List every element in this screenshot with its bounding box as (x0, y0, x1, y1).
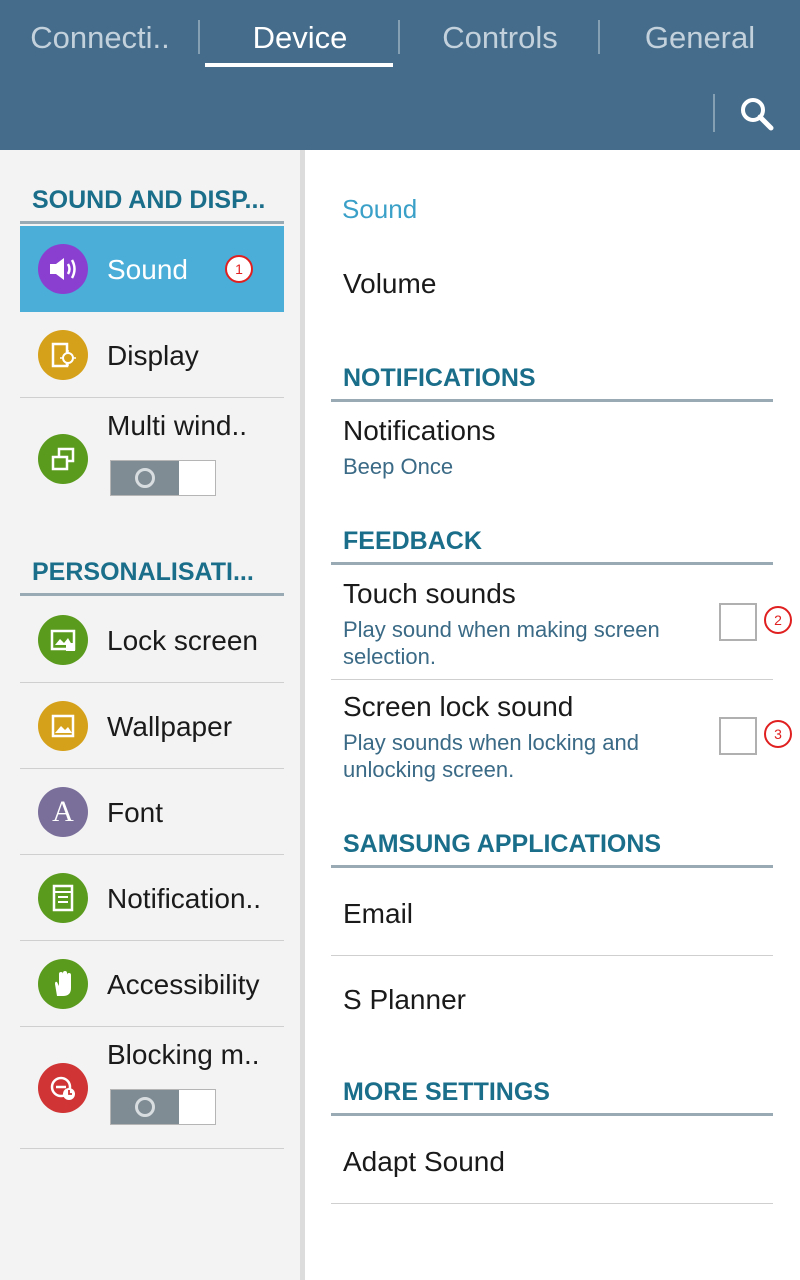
lock-screen-icon (38, 615, 88, 665)
multi-window-icon (38, 434, 88, 484)
tab-connections[interactable]: Connecti.. (0, 0, 200, 76)
display-icon (38, 330, 88, 380)
touch-sounds-description: Play sound when making screen selection. (343, 617, 660, 669)
sidebar-item-label: Multi wind.. (107, 410, 248, 441)
tab-controls[interactable]: Controls (400, 0, 600, 76)
email-label: Email (343, 898, 414, 929)
notification-panel-icon (38, 873, 88, 923)
touch-sounds-checkbox[interactable] (719, 603, 757, 641)
adapt-sound-label: Adapt Sound (343, 1146, 505, 1177)
sidebar-item-label: Blocking m.. (107, 1039, 260, 1070)
top-tab-bar: Connecti.. Device Controls General (0, 0, 800, 150)
active-tab-indicator (205, 63, 393, 67)
notifications-value: Beep Once (343, 454, 454, 479)
touch-sounds-label: Touch sounds (343, 578, 516, 609)
blocking-mode-icon (38, 1063, 88, 1113)
annotation-badge: 2 (764, 606, 792, 634)
section-header-feedback: FEEDBACK (331, 525, 773, 565)
sidebar-item-label: Display (107, 340, 199, 371)
blocking-mode-toggle[interactable] (110, 1089, 216, 1125)
wallpaper-icon (38, 701, 88, 751)
notifications-item[interactable]: Notifications Beep Once (331, 405, 773, 501)
search-icon (741, 98, 774, 131)
sidebar-item-label: Font (107, 797, 164, 828)
sidebar-item-label: Lock screen (107, 625, 258, 656)
font-icon: A (38, 787, 88, 837)
panel-divider (300, 150, 305, 1280)
sidebar-item-blocking-mode[interactable]: Blocking m.. (20, 1027, 284, 1149)
annotation-badge: 1 (225, 255, 253, 283)
s-planner-label: S Planner (343, 984, 466, 1015)
page-title: Sound (342, 194, 418, 224)
screen-lock-sound-label: Screen lock sound (343, 691, 574, 722)
toggle-knob (111, 461, 179, 495)
tab-general[interactable]: General (600, 0, 800, 76)
toggle-knob (111, 1090, 179, 1124)
sidebar-item-label: Wallpaper (107, 711, 233, 742)
screen-lock-sound-checkbox[interactable] (719, 717, 757, 755)
sidebar-section-header: SOUND AND DISP... (20, 180, 284, 224)
action-separator (713, 94, 715, 132)
section-header-more-settings: MORE SETTINGS (331, 1076, 773, 1116)
sidebar-item-label: Accessibility (107, 969, 260, 1000)
sidebar-item-sound[interactable]: Sound 1 (20, 226, 284, 312)
sidebar-item-label: Sound (107, 254, 188, 285)
sidebar-section-header: PERSONALISATI... (20, 552, 284, 596)
email-item[interactable]: Email (331, 870, 773, 956)
section-header-notifications: NOTIFICATIONS (331, 362, 773, 402)
sidebar-item-display[interactable]: Display (20, 312, 284, 398)
notifications-label: Notifications (343, 415, 496, 446)
section-header-samsung-applications: SAMSUNG APPLICATIONS (331, 828, 773, 868)
sidebar-item-accessibility[interactable]: Accessibility (20, 941, 284, 1027)
sidebar-item-lock-screen[interactable]: Lock screen (20, 597, 284, 683)
sidebar-item-multi-window[interactable]: Multi wind.. (20, 398, 284, 520)
screen-lock-sound-item[interactable]: Screen lock sound Play sounds when locki… (331, 681, 792, 793)
volume-label: Volume (343, 268, 437, 299)
multi-window-toggle[interactable] (110, 460, 216, 496)
sidebar-item-label: Notification.. (107, 883, 262, 914)
sidebar-item-wallpaper[interactable]: Wallpaper (20, 683, 284, 769)
s-planner-item[interactable]: S Planner (331, 956, 773, 1042)
volume-item[interactable]: Volume (331, 240, 773, 326)
search-button[interactable] (724, 86, 790, 142)
touch-sounds-item[interactable]: Touch sounds Play sound when making scre… (331, 568, 792, 680)
screen-lock-sound-description: Play sounds when locking and unlocking s… (343, 730, 639, 782)
hand-icon (38, 959, 88, 1009)
sidebar-item-font[interactable]: A Font (20, 769, 284, 855)
speaker-icon (38, 244, 88, 294)
adapt-sound-item[interactable]: Adapt Sound (331, 1118, 773, 1204)
annotation-badge: 3 (764, 720, 792, 748)
sidebar-item-notification-panel[interactable]: Notification.. (20, 855, 284, 941)
